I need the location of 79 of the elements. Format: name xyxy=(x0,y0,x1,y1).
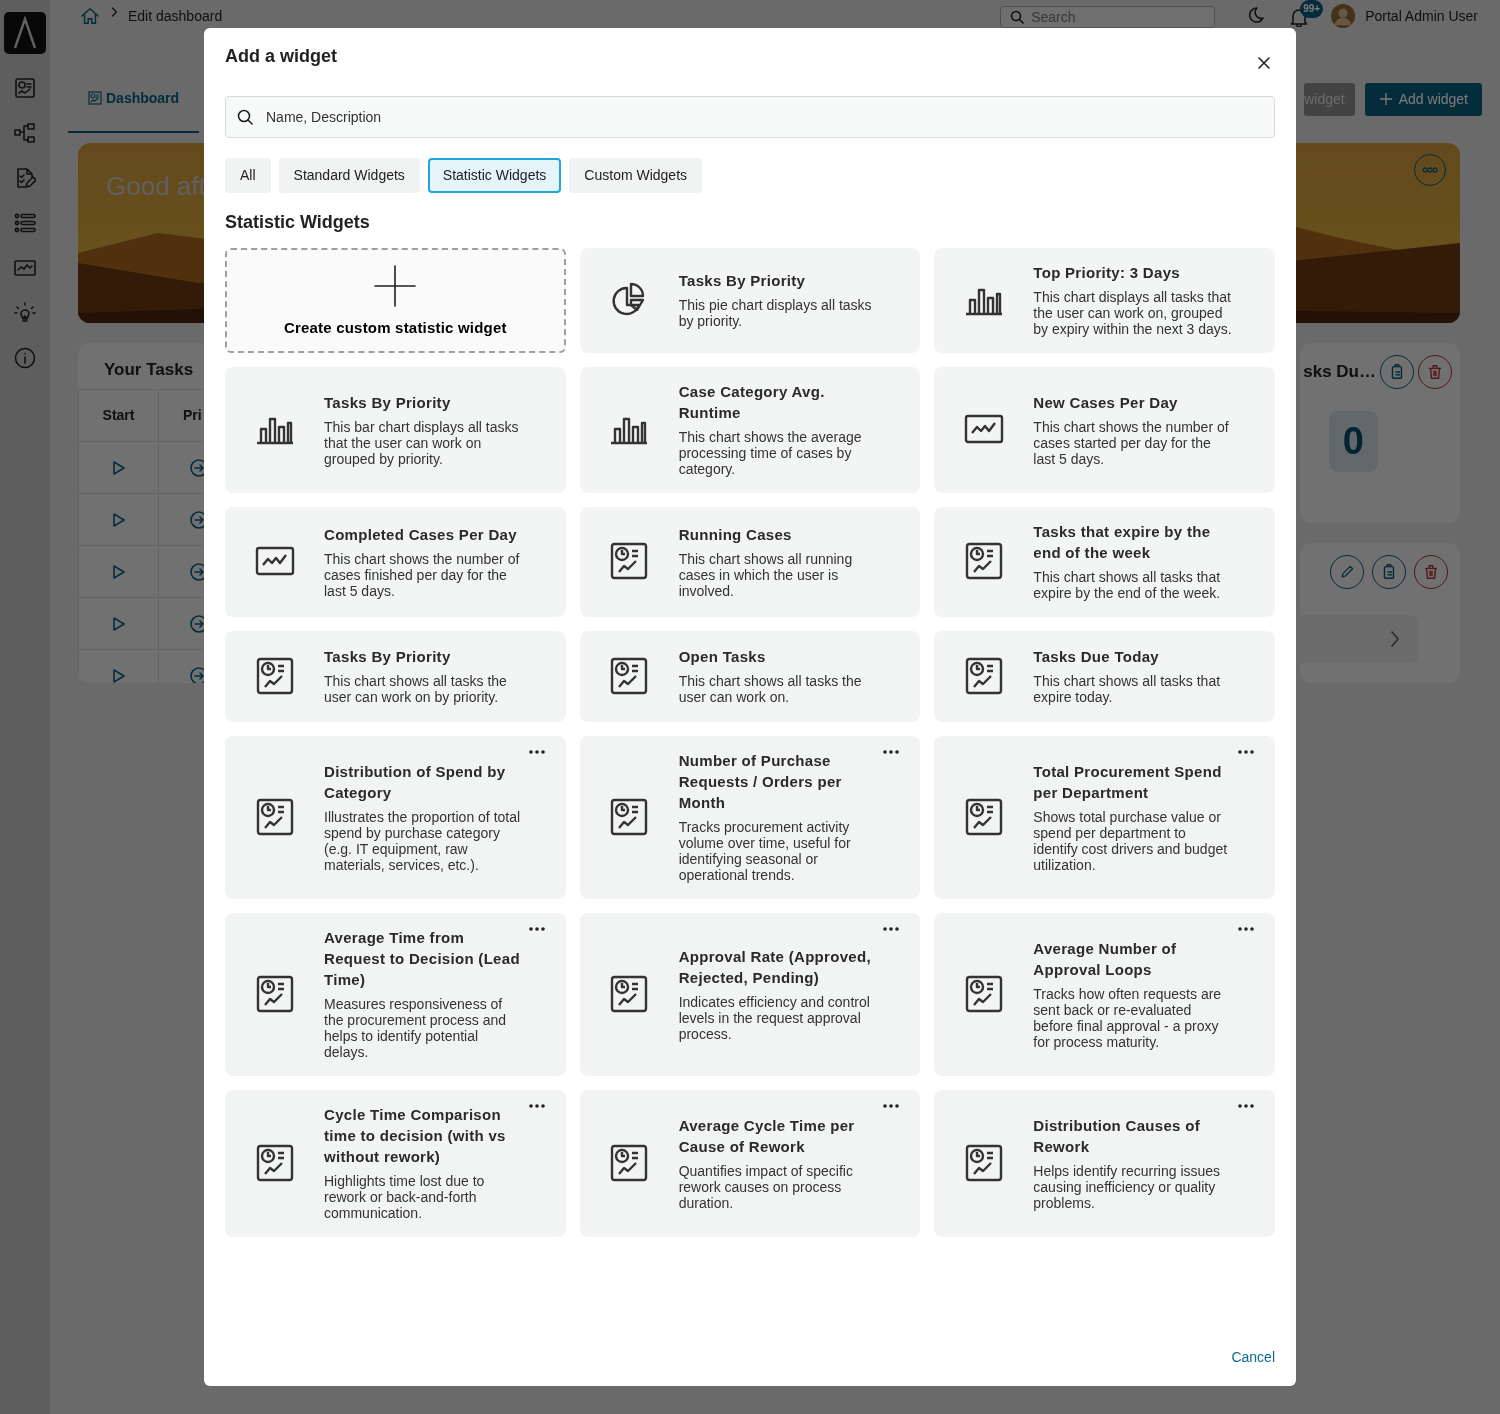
filter-tab[interactable]: All xyxy=(225,158,271,193)
widget-title: Cycle Time Comparison time to decision (with vs without rework) xyxy=(324,1105,507,1167)
widget-tile[interactable]: Approval Rate (Approved, Rejected, Pending) Indicates efficiency and control levels in the request approval process. xyxy=(579,913,921,1076)
widget-description: Measures responsiveness of the procurement process and helps to identify potential delays. xyxy=(324,996,508,1060)
widget-description: This chart shows all tasks the user can work on by priority. xyxy=(324,673,508,705)
widget-description: Shows total purchase value or spend per department to identify cost drivers and budget utilization. xyxy=(1033,808,1229,873)
widget-tile[interactable]: Average Number of Approval Loops Tracks how often requests are sent back or re-evaluated before final approval - a proxy for process maturity. xyxy=(934,913,1275,1076)
widget-description: Illustrates the proportion of total spend by purchase category (e.g. IT equipment, raw materials, services, etc.). xyxy=(324,808,522,873)
widget-tile[interactable]: Tasks Due Today This chart shows all tasks that expire today. xyxy=(934,631,1275,722)
widget-description: Indicates efficiency and control levels in the request approval process. xyxy=(678,993,871,1042)
widget-tile[interactable]: Open Tasks This chart shows all tasks the user can work on. xyxy=(579,631,921,722)
widget-description: This chart shows all tasks the user can work on. xyxy=(678,673,863,705)
widget-title: Distribution of Spend by Category xyxy=(324,761,507,803)
widget-title: Case Category Avg. Runtime xyxy=(678,382,826,423)
widget-title: Tasks By Priority xyxy=(324,647,452,667)
widget-title: Tasks that expire by the end of the week xyxy=(1033,522,1212,563)
widget-description: Tracks procurement activity volume over time, useful for identifying seasonal or operational trends. xyxy=(678,819,852,883)
filter-tab[interactable]: Standard Widgets xyxy=(278,158,420,193)
widget-tile[interactable]: Distribution Causes of Rework Helps identify recurring issues causing inefficiency or quality problems. xyxy=(934,1090,1275,1237)
card-title: sks Du… xyxy=(1303,361,1376,384)
widget-description: This chart shows the number of cases finished per day for the last 5 days. xyxy=(324,550,521,599)
widget-tile[interactable]: Total Procurement Spend per Department Shows total purchase value or spend per department to identify cost drivers and budget utilization. xyxy=(934,736,1275,899)
widget-tile[interactable]: Number of Purchase Requests / Orders per Month Tracks procurement activity volume over time, useful for identifying seasonal or operational trends. xyxy=(579,736,921,899)
widget-title: Number of Purchase Requests / Orders per Month xyxy=(678,751,843,813)
greeting: Good aft xyxy=(106,170,206,203)
widget-title: New Cases Per Day xyxy=(1033,392,1179,413)
widget-title: Average Cycle Time per Cause of Rework xyxy=(678,1115,856,1157)
notification-badge: 99+ xyxy=(1300,0,1324,18)
widget-description: Tracks how often requests are sent back or re-evaluated before final approval - a proxy for process maturity. xyxy=(1033,985,1223,1050)
button[interactable]: Add widget xyxy=(1364,82,1482,116)
widget-tile[interactable]: Tasks that expire by the end of the week This chart shows all tasks that expire by the end of the week. xyxy=(934,507,1275,617)
filter-tab[interactable]: Custom Widgets xyxy=(569,158,703,193)
widget-title: Tasks By Priority xyxy=(324,392,452,413)
widget-title: Total Procurement Spend per Department xyxy=(1033,761,1223,803)
section-title: Statistic Widgets xyxy=(225,211,371,234)
widget-title: Approval Rate (Approved, Rejected, Pending) xyxy=(678,946,872,988)
widget-tile[interactable]: Distribution of Spend by Category Illustrates the proportion of total spend by purchase category (e.g. IT equipment, raw materials, services, etc.). xyxy=(225,736,566,899)
widget-description: This bar chart displays all tasks that the user can work on grouped by priority. xyxy=(324,418,520,467)
card-title: Your Tasks xyxy=(104,359,194,381)
widget-title: Average Number of Approval Loops xyxy=(1033,938,1178,980)
dialog-title: Add a widget xyxy=(225,46,337,68)
widget-title: Tasks Due Today xyxy=(1033,647,1160,667)
widget-description: This pie chart displays all tasks by priority. xyxy=(678,297,873,329)
widget-title: Open Tasks xyxy=(678,647,767,667)
widget-tile[interactable]: Top Priority: 3 Days This chart displays all tasks that the user can work on, grouped by expiry within the next 3 days. xyxy=(934,248,1275,353)
widget-description: Quantifies impact of specific rework causes on process duration. xyxy=(678,1162,854,1211)
widget-description: This chart shows all running cases in which the user is involved. xyxy=(678,550,854,599)
widget-title: Tasks By Priority xyxy=(678,271,807,291)
widget-tile[interactable]: Tasks By Priority This bar chart displays all tasks that the user can work on grouped by priority. xyxy=(225,367,566,493)
filter-tab[interactable]: Statistic Widgets xyxy=(427,158,562,193)
breadcrumb-item: Edit dashboard xyxy=(128,7,223,26)
widget-tile[interactable]: Average Cycle Time per Cause of Rework Quantifies impact of specific rework causes on process duration. xyxy=(579,1090,921,1237)
widget-description: This chart shows the number of cases started per day for the last 5 days. xyxy=(1033,418,1230,467)
widget-tile[interactable]: Average Time from Request to Decision (Lead Time) Measures responsiveness of the procurement process and helps to identify potential delays. xyxy=(225,913,566,1076)
cancel-link[interactable]: Cancel xyxy=(1231,1347,1275,1368)
widget-title: Completed Cases Per Day xyxy=(324,524,518,545)
widget-tile[interactable]: Case Category Avg. Runtime This chart shows the average processing time of cases by category. xyxy=(579,367,921,493)
widget-title: Running Cases xyxy=(678,524,793,545)
widget-title: Distribution Causes of Rework xyxy=(1033,1115,1201,1157)
column-header[interactable]: Pri xyxy=(183,406,202,423)
widget-description: Helps identify recurring issues causing inefficiency or quality problems. xyxy=(1033,1162,1222,1211)
widget-tile[interactable]: Completed Cases Per Day This chart shows the number of cases finished per day for the last 5 days. xyxy=(225,507,566,617)
widget-tile[interactable]: Tasks By Priority This chart shows all tasks the user can work on by priority. xyxy=(225,631,566,722)
widget-tile[interactable]: Cycle Time Comparison time to decision (with vs without rework) Highlights time lost due to rework or back-and-forth communication. xyxy=(225,1090,566,1237)
widget-description: This chart displays all tasks that the user can work on, grouped by expiry within the next 3 days. xyxy=(1033,289,1233,337)
count-value: 0 xyxy=(1328,411,1378,472)
create-widget-button[interactable]: Create custom statistic widget xyxy=(225,248,566,353)
widget-title: Average Time from Request to Decision (Lead Time) xyxy=(324,928,521,990)
widget-description: This chart shows the average processing time of cases by category. xyxy=(678,429,863,477)
search-field[interactable]: Name, Description xyxy=(225,96,1275,138)
widget-description: This chart shows all tasks that expire by the end of the week. xyxy=(1033,569,1222,601)
user-name[interactable]: Portal Admin User xyxy=(1365,6,1478,27)
widget-tile[interactable]: New Cases Per Day This chart shows the number of cases started per day for the last 5 days. xyxy=(934,367,1275,493)
widget-tile[interactable]: Running Cases This chart shows all running cases in which the user is involved. xyxy=(579,507,921,617)
widget-title: Top Priority: 3 Days xyxy=(1033,263,1181,283)
column-header[interactable]: Start xyxy=(102,406,135,423)
widget-description: Highlights time lost due to rework or back-and-forth communication. xyxy=(324,1173,486,1221)
widget-description: This chart shows all tasks that expire today. xyxy=(1033,673,1222,705)
widget-tile[interactable]: Tasks By Priority This pie chart displays all tasks by priority. xyxy=(579,248,921,353)
